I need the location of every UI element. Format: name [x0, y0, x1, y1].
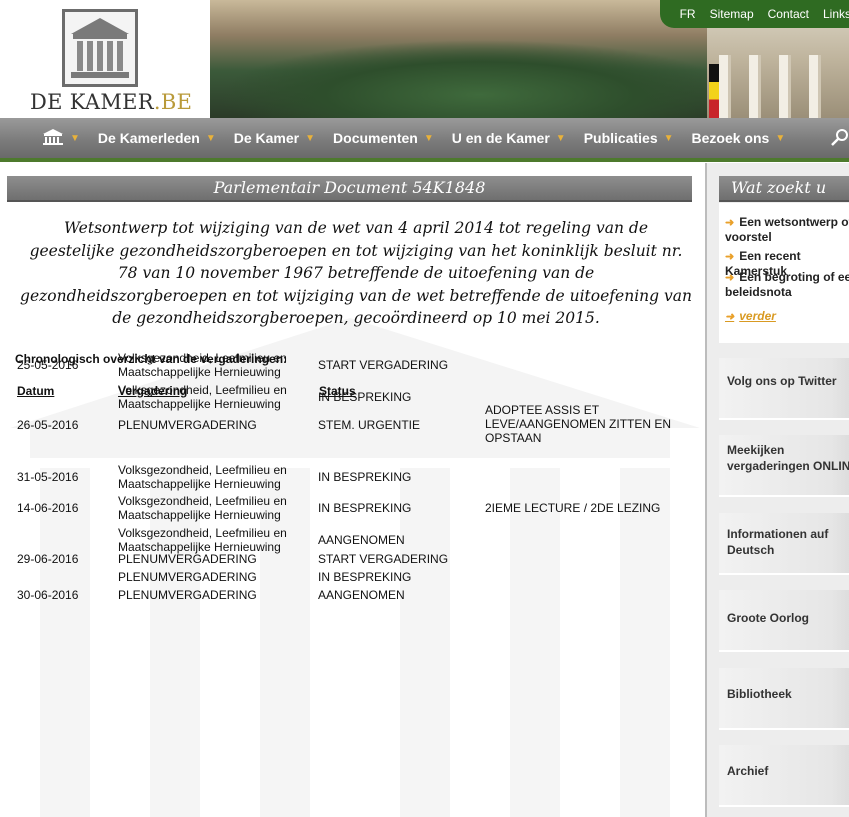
- groote-oorlog-label: Groote Oorlog: [727, 611, 809, 625]
- cell-meeting: Volksgezondheid, Leefmilieu en Maatschap…: [118, 494, 287, 522]
- nav-home[interactable]: ▼: [0, 128, 80, 149]
- search-link-wetsontwerp[interactable]: ➜ Een wetsontwerp of voorstel: [725, 215, 849, 244]
- archief-label: Archief: [727, 764, 769, 778]
- main-navigation: ▼ De Kamerleden ▼ De Kamer ▼ Documenten ▼ U…: [0, 118, 849, 162]
- nav-label: Bezoek ons: [691, 130, 770, 146]
- nav-label: De Kamer: [233, 130, 300, 146]
- live-meetings-block[interactable]: Meekijken vergaderingen ONLINE: [719, 435, 849, 497]
- cell-meeting: Volksgezondheid, Leefmilieu en Maatschap…: [118, 463, 287, 491]
- nav-label: Publicaties: [583, 130, 658, 146]
- search-link-label: Een begroting of een beleidsnota: [725, 270, 849, 299]
- nav-bezoek-ons[interactable]: Bezoek ons ▼: [674, 130, 786, 146]
- document-subject: Wetsontwerp tot wijziging van de wet van…: [20, 219, 692, 327]
- site-header: DE KAMER.BE FR Sitemap Contact Links: [0, 0, 849, 118]
- nav-label: Documenten: [333, 130, 418, 146]
- arrow-right-icon: ➜: [725, 311, 735, 323]
- nav-de-kamer[interactable]: De Kamer ▼: [216, 130, 315, 146]
- cell-status: IN BESPREKING: [318, 390, 412, 404]
- main-content: Parlementair Document 54K1848 Wetsontwer…: [0, 163, 705, 817]
- german-info-label: Informationen auf Deutsch: [727, 527, 829, 557]
- twitter-label: Volg ons op Twitter: [727, 374, 837, 388]
- nav-label: De Kamerleden: [97, 130, 200, 146]
- logo-text: DE KAMER.BE: [30, 90, 192, 114]
- chevron-down-icon: ▼: [70, 132, 80, 144]
- german-info-block[interactable]: Informationen auf Deutsch: [719, 513, 849, 575]
- top-link-sitemap[interactable]: Sitemap: [710, 7, 754, 21]
- flag-image: [709, 64, 719, 118]
- cell-meeting: PLENUMVERGADERING: [118, 570, 257, 584]
- cell-status: AANGENOMEN: [318, 588, 405, 602]
- top-link-contact[interactable]: Contact: [768, 7, 809, 21]
- nav-publicaties[interactable]: Publicaties ▼: [566, 130, 674, 146]
- cell-date: 26-05-2016: [17, 418, 79, 432]
- cell-date: 25-05-2016: [17, 358, 79, 372]
- sidebar: Wat zoekt u ➜ Een wetsontwerp of voorstel…: [705, 163, 849, 817]
- cell-meeting: Volksgezondheid, Leefmilieu en Maatschap…: [118, 526, 287, 554]
- cell-date: 14-06-2016: [17, 501, 79, 515]
- cell-meeting: PLENUMVERGADERING: [118, 552, 257, 566]
- chevron-down-icon: ▼: [555, 132, 566, 144]
- home-building-icon: [42, 128, 64, 149]
- more-link-label: verder: [739, 309, 776, 323]
- cell-status: STEM. URGENTIE: [318, 418, 421, 432]
- chevron-down-icon: ▼: [305, 132, 316, 144]
- cell-status: AANGENOMEN: [318, 533, 405, 547]
- more-link[interactable]: ➜ verder: [725, 309, 776, 323]
- cell-meeting: PLENUMVERGADERING: [118, 588, 257, 602]
- chevron-down-icon: ▼: [775, 132, 786, 144]
- cell-meeting: PLENUMVERGADERING: [118, 418, 257, 432]
- nav-documenten[interactable]: Documenten ▼: [315, 130, 434, 146]
- search-icon[interactable]: [831, 128, 849, 146]
- cell-meeting: Volksgezondheid, Leefmilieu en Maatschap…: [118, 351, 287, 379]
- chevron-down-icon: ▼: [205, 132, 216, 144]
- search-panel-title-bar: Wat zoekt u: [719, 176, 849, 202]
- chevron-down-icon: ▼: [663, 132, 674, 144]
- top-link-links[interactable]: Links: [823, 7, 849, 21]
- cell-date: 29-06-2016: [17, 552, 79, 566]
- cell-date: 30-06-2016: [17, 588, 79, 602]
- cell-note: 2IEME LECTURE / 2DE LEZING: [485, 501, 661, 515]
- search-link-label: Een wetsontwerp of voorstel: [725, 215, 849, 244]
- bibliotheek-label: Bibliotheek: [727, 687, 792, 701]
- bibliotheek-block[interactable]: Bibliotheek: [719, 668, 849, 730]
- search-panel: ➜ Een wetsontwerp of voorstel ➜ Een recent…: [719, 203, 849, 343]
- nav-de-kamerleden[interactable]: De Kamerleden ▼: [80, 130, 216, 146]
- site-logo[interactable]: DE KAMER.BE: [0, 0, 210, 118]
- document-title: Parlementair Document 54K1848: [213, 178, 486, 197]
- arrow-right-icon: ➜: [725, 217, 735, 229]
- live-meetings-label: Meekijken vergaderingen ONLINE: [727, 443, 849, 473]
- cell-status: IN BESPREKING: [318, 470, 412, 484]
- parliament-building-icon: [62, 9, 138, 87]
- cell-status: START VERGADERING: [318, 358, 449, 372]
- arrow-right-icon: ➜: [725, 251, 735, 263]
- chevron-down-icon: ▼: [423, 132, 434, 144]
- cell-status: IN BESPREKING: [318, 501, 412, 515]
- top-link-fr[interactable]: FR: [680, 7, 696, 21]
- logo-name: DE KAMER: [30, 90, 154, 114]
- archief-block[interactable]: Archief: [719, 745, 849, 807]
- twitter-block[interactable]: Volg ons op Twitter: [719, 358, 849, 420]
- nav-label: U en de Kamer: [451, 130, 550, 146]
- column-header-date: Datum: [17, 384, 55, 398]
- cell-status: IN BESPREKING: [318, 570, 412, 584]
- groote-oorlog-block[interactable]: Groote Oorlog: [719, 590, 849, 652]
- cell-status: START VERGADERING: [318, 552, 449, 566]
- search-link-begroting[interactable]: ➜ Een begroting of een beleidsnota: [725, 270, 849, 299]
- cell-date: 31-05-2016: [17, 470, 79, 484]
- cell-note: ADOPTEE ASSIS ET LEVE/AANGENOMEN ZITTEN …: [485, 403, 672, 445]
- logo-suffix: .BE: [153, 90, 193, 114]
- cell-meeting: Volksgezondheid, Leefmilieu en Maatschap…: [118, 383, 287, 411]
- top-links: FR Sitemap Contact Links: [659, 0, 849, 28]
- arrow-right-icon: ➜: [725, 272, 735, 284]
- document-title-bar: Parlementair Document 54K1848: [7, 176, 692, 202]
- search-panel-title: Wat zoekt u: [731, 178, 827, 197]
- nav-u-en-de-kamer[interactable]: U en de Kamer ▼: [434, 130, 566, 146]
